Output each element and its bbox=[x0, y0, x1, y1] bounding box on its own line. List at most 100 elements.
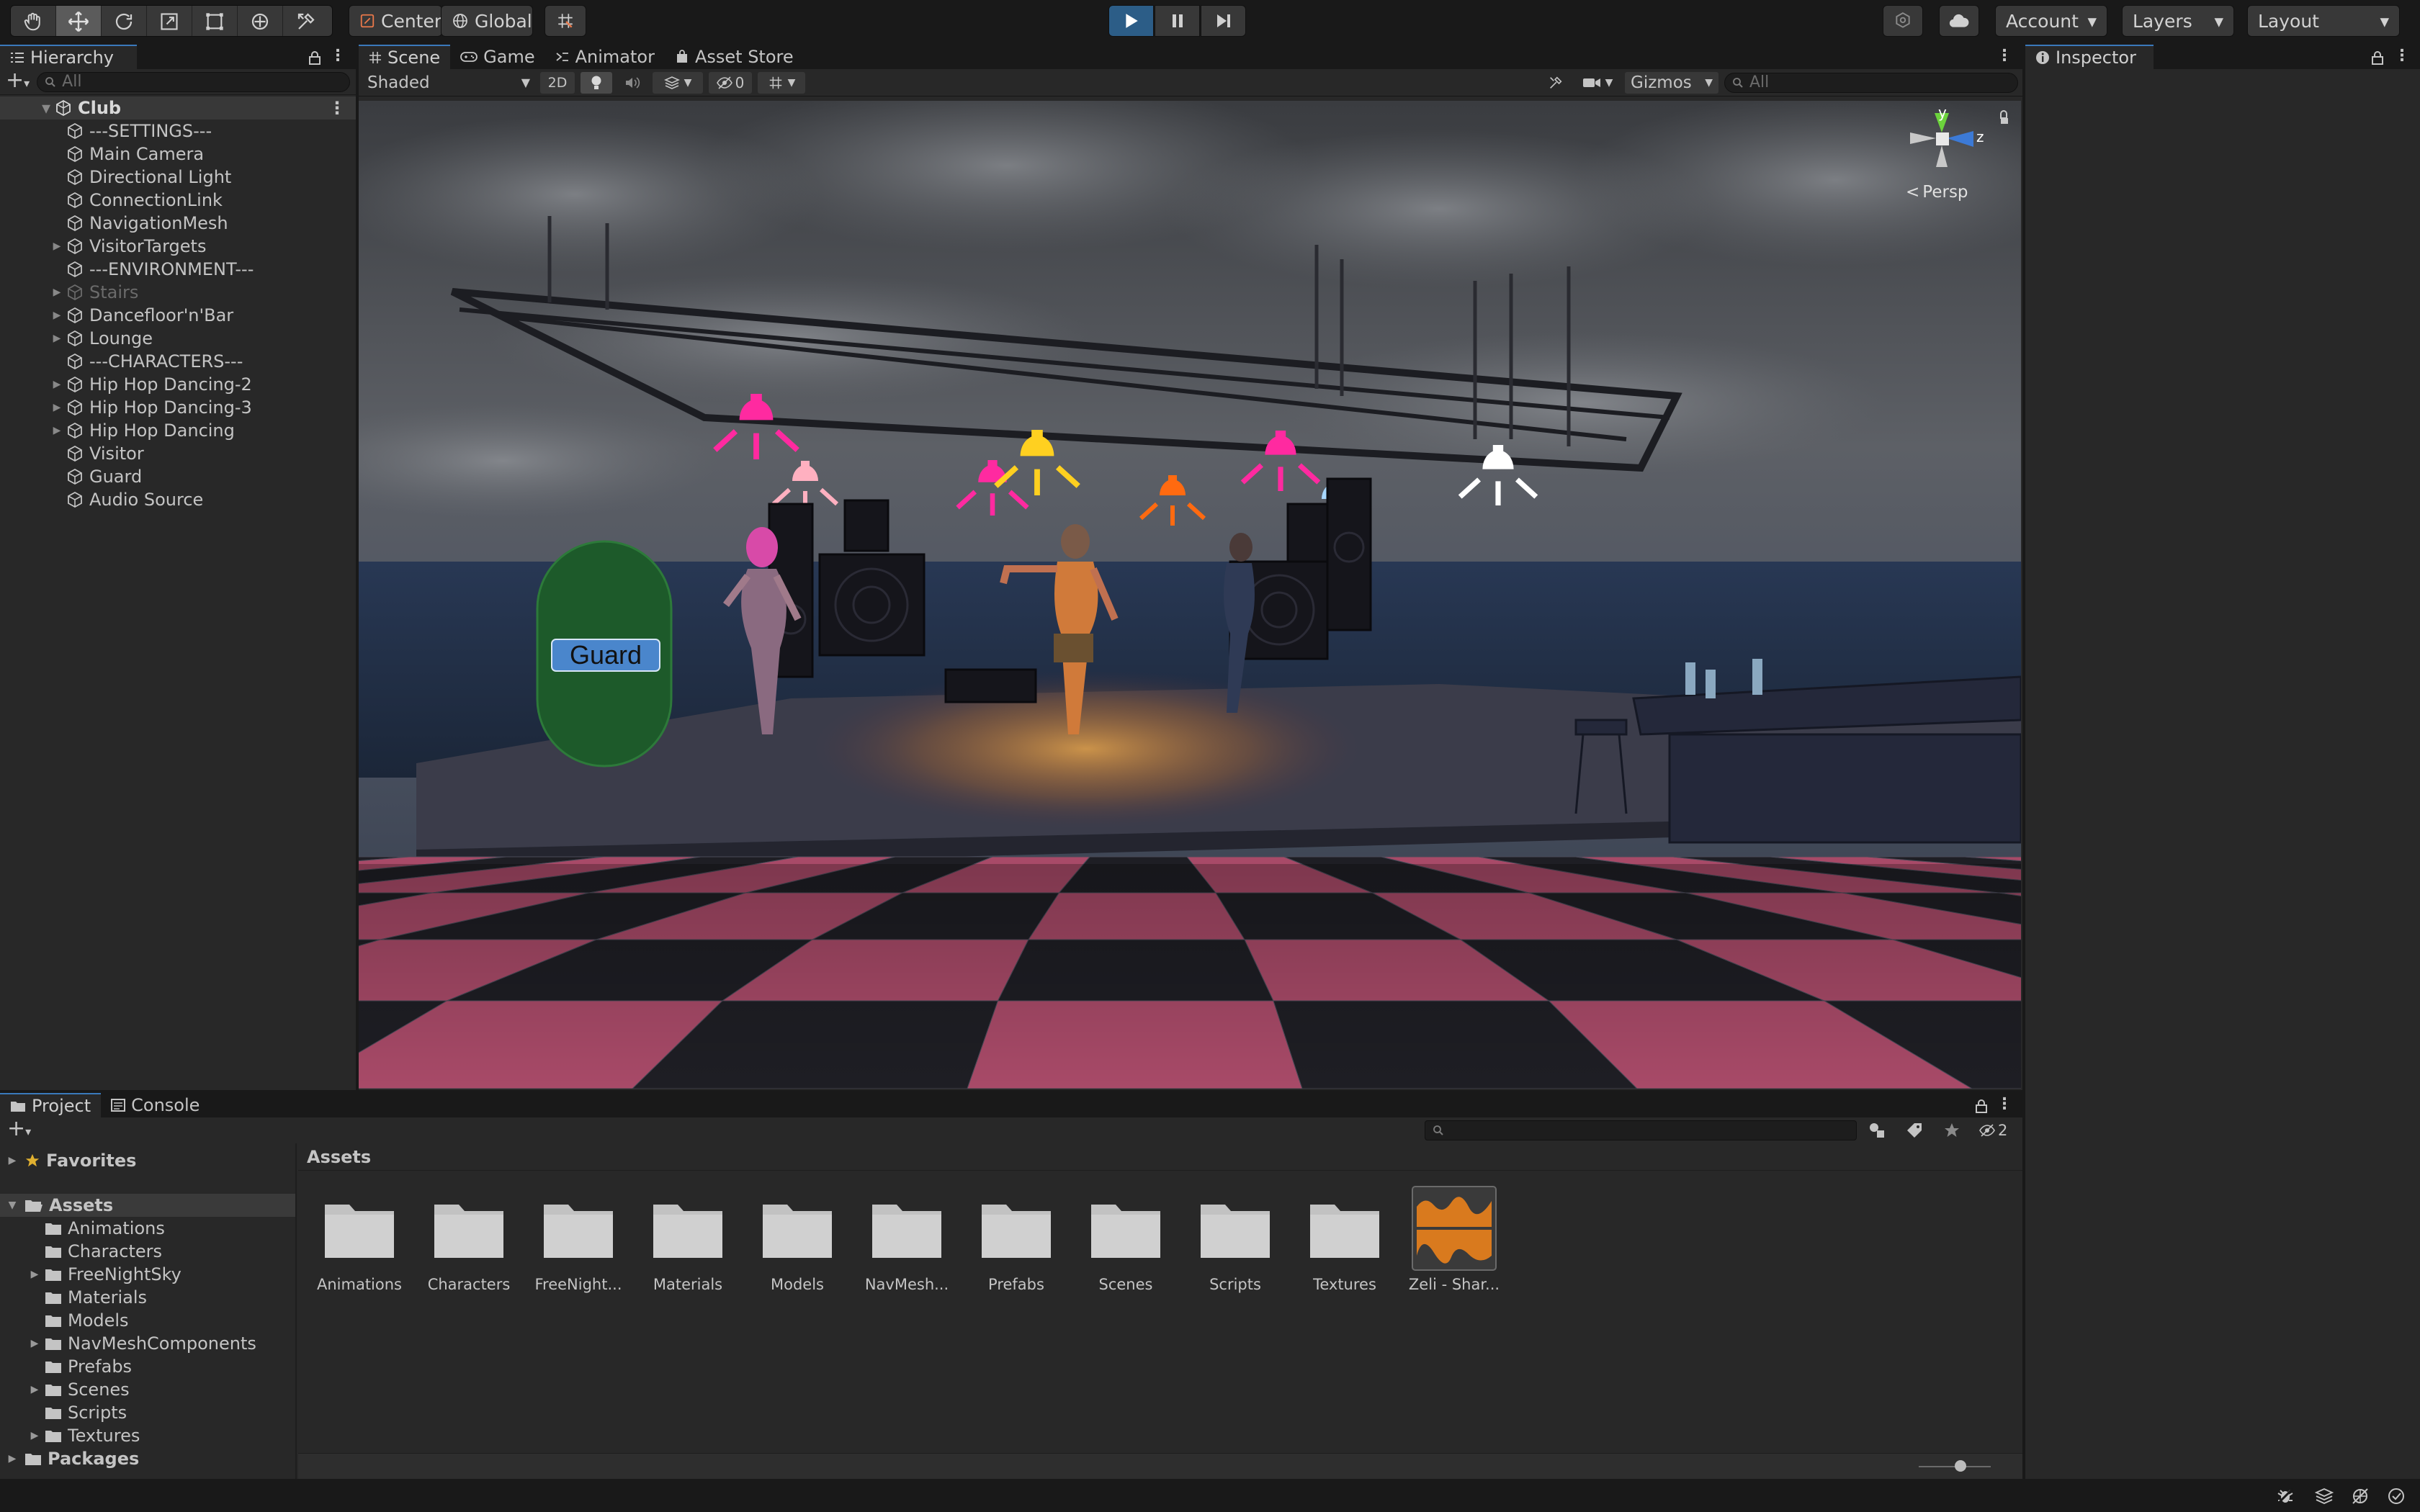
shading-mode-dropdown[interactable]: Shaded ▼ bbox=[363, 72, 534, 94]
tab-project[interactable]: Project bbox=[0, 1093, 102, 1117]
packages-row[interactable]: ▶ Packages bbox=[0, 1447, 295, 1470]
tab-inspector[interactable]: Inspector bbox=[2025, 45, 2154, 69]
custom-tool-icon[interactable] bbox=[283, 6, 328, 36]
layers-stack-icon[interactable] bbox=[2315, 1488, 2334, 1505]
tab-console[interactable]: Console bbox=[101, 1093, 210, 1117]
asset-folder-row[interactable]: Materials bbox=[0, 1286, 295, 1309]
chevron-right-icon[interactable]: ▶ bbox=[24, 1269, 45, 1280]
chevron-right-icon[interactable]: ▶ bbox=[49, 425, 65, 436]
project-search-input[interactable] bbox=[1425, 1120, 1857, 1140]
asset-folder-row[interactable]: ▶ FreeNightSky bbox=[0, 1263, 295, 1286]
camera-settings-button[interactable]: ▼ bbox=[1576, 72, 1619, 94]
hierarchy-item[interactable]: ▶ Hip Hop Dancing-3 bbox=[0, 396, 356, 419]
play-button[interactable] bbox=[1108, 5, 1154, 37]
favorites-row[interactable]: ▶ Favorites bbox=[0, 1149, 295, 1172]
collab-button[interactable] bbox=[1883, 5, 1923, 37]
hierarchy-item[interactable]: Directional Light bbox=[0, 166, 356, 189]
auto-generate-lighting-icon[interactable] bbox=[2351, 1488, 2370, 1505]
folder-asset[interactable]: Textures bbox=[1298, 1188, 1392, 1293]
grid-toggle[interactable]: ▼ bbox=[758, 71, 805, 94]
account-dropdown[interactable]: Account ▾ bbox=[1995, 5, 2107, 37]
folder-asset[interactable]: Characters bbox=[422, 1188, 516, 1293]
effects-toggle[interactable]: ▼ bbox=[653, 71, 703, 94]
kebab-menu-icon[interactable]: ⋮ bbox=[330, 47, 346, 65]
hierarchy-item[interactable]: ▶ Dancefloor'n'Bar bbox=[0, 304, 356, 327]
star-favorite-icon[interactable] bbox=[1943, 1122, 1960, 1139]
lock-icon[interactable] bbox=[308, 50, 321, 65]
asset-folder-row[interactable]: ▶ Scenes bbox=[0, 1378, 295, 1401]
chevron-right-icon[interactable]: ▶ bbox=[49, 379, 65, 390]
filter-by-type-icon[interactable] bbox=[1868, 1122, 1887, 1139]
create-plus-icon[interactable]: +▾ bbox=[6, 69, 30, 94]
gizmos-dropdown[interactable]: Gizmos ▼ bbox=[1625, 71, 1718, 94]
filter-by-label-icon[interactable] bbox=[1906, 1122, 1923, 1139]
folder-asset[interactable]: Materials bbox=[641, 1188, 735, 1293]
hierarchy-item[interactable]: ---CHARACTERS--- bbox=[0, 350, 356, 373]
folder-asset[interactable]: Animations bbox=[313, 1188, 406, 1293]
tab-animator[interactable]: Animator bbox=[545, 45, 665, 69]
tab-asset-store[interactable]: Asset Store bbox=[665, 45, 804, 69]
tab-game[interactable]: Game bbox=[450, 45, 544, 69]
scale-tool-icon[interactable] bbox=[147, 6, 192, 36]
scene-viewport[interactable]: Guard y z < Persp bbox=[359, 101, 2021, 1089]
chevron-right-icon[interactable]: ▶ bbox=[24, 1430, 45, 1441]
pivot-space-toggle[interactable]: Global bbox=[441, 5, 533, 37]
hierarchy-item[interactable]: Guard bbox=[0, 465, 356, 488]
tab-hierarchy[interactable]: Hierarchy bbox=[0, 45, 137, 69]
grid-snap-button[interactable] bbox=[544, 5, 586, 37]
pivot-center-toggle[interactable]: Center bbox=[349, 5, 442, 37]
kebab-menu-icon[interactable]: ⋮ bbox=[1996, 1095, 2012, 1113]
folder-asset[interactable]: NavMesh... bbox=[860, 1188, 954, 1293]
chevron-down-icon[interactable]: ▾ bbox=[40, 98, 52, 118]
hand-tool-icon[interactable] bbox=[11, 6, 56, 36]
transform-tool-icon[interactable] bbox=[238, 6, 283, 36]
chevron-right-icon[interactable]: ▶ bbox=[49, 402, 65, 413]
chevron-right-icon[interactable]: ▶ bbox=[0, 1155, 24, 1166]
chevron-right-icon[interactable]: ▶ bbox=[49, 240, 65, 252]
checkmark-status-icon[interactable] bbox=[2387, 1488, 2406, 1505]
hierarchy-item[interactable]: ▶ VisitorTargets bbox=[0, 235, 356, 258]
folder-asset[interactable]: FreeNight... bbox=[532, 1188, 625, 1293]
debug-bug-icon[interactable] bbox=[2276, 1488, 2295, 1505]
cloud-button[interactable] bbox=[1939, 5, 1979, 37]
lock-icon[interactable] bbox=[1975, 1099, 1988, 1113]
hidden-packages-toggle[interactable]: 2 bbox=[1979, 1122, 2007, 1139]
hidden-objects-toggle[interactable]: 0 bbox=[709, 71, 752, 94]
asset-folder-row[interactable]: Animations bbox=[0, 1217, 295, 1240]
hierarchy-item[interactable]: Main Camera bbox=[0, 143, 356, 166]
hierarchy-item[interactable]: ▶ Stairs bbox=[0, 281, 356, 304]
scene-kebab-icon[interactable]: ⋮ bbox=[328, 98, 346, 118]
asset-folder-row[interactable]: ▶ Textures bbox=[0, 1424, 295, 1447]
layers-dropdown[interactable]: Layers ▾ bbox=[2122, 5, 2234, 37]
hierarchy-search-input[interactable]: All bbox=[37, 71, 350, 92]
asset-folder-row[interactable]: ▶ NavMeshComponents bbox=[0, 1332, 295, 1355]
hierarchy-item[interactable]: ---ENVIRONMENT--- bbox=[0, 258, 356, 281]
chevron-right-icon[interactable]: ▶ bbox=[24, 1384, 45, 1395]
slider-thumb[interactable] bbox=[1955, 1460, 1966, 1472]
asset-folder-row[interactable]: Characters bbox=[0, 1240, 295, 1263]
chevron-right-icon[interactable]: ▶ bbox=[0, 1453, 24, 1464]
layout-dropdown[interactable]: Layout ▾ bbox=[2247, 5, 2400, 37]
move-tool-icon[interactable] bbox=[56, 6, 102, 36]
rotate-tool-icon[interactable] bbox=[102, 6, 147, 36]
toggle-2d-button[interactable]: 2D bbox=[540, 71, 575, 94]
hierarchy-item[interactable]: NavigationMesh bbox=[0, 212, 356, 235]
chevron-right-icon[interactable]: ▶ bbox=[49, 333, 65, 344]
audio-clip-asset[interactable]: Zeli - Shar... bbox=[1407, 1186, 1501, 1293]
assets-root-row[interactable]: ▼ Assets bbox=[0, 1194, 295, 1217]
asset-folder-row[interactable]: Models bbox=[0, 1309, 295, 1332]
orientation-gizmo[interactable]: y z < Persp bbox=[1893, 104, 2015, 216]
scene-root-row[interactable]: ▾ Club ⋮ bbox=[0, 96, 356, 120]
pause-button[interactable] bbox=[1155, 5, 1200, 37]
tab-scene[interactable]: Scene bbox=[359, 45, 451, 69]
hierarchy-item[interactable]: Visitor bbox=[0, 442, 356, 465]
lighting-toggle[interactable] bbox=[581, 71, 612, 94]
folder-asset[interactable]: Scenes bbox=[1079, 1188, 1173, 1293]
breadcrumb-assets[interactable]: Assets bbox=[307, 1147, 371, 1167]
hierarchy-item[interactable]: Audio Source bbox=[0, 488, 356, 511]
hierarchy-item[interactable]: ▶ Hip Hop Dancing-2 bbox=[0, 373, 356, 396]
rect-tool-icon[interactable] bbox=[192, 6, 238, 36]
chevron-right-icon[interactable]: ▶ bbox=[49, 310, 65, 321]
hierarchy-item[interactable]: ▶ Hip Hop Dancing bbox=[0, 419, 356, 442]
hierarchy-item[interactable]: ▶ Lounge bbox=[0, 327, 356, 350]
